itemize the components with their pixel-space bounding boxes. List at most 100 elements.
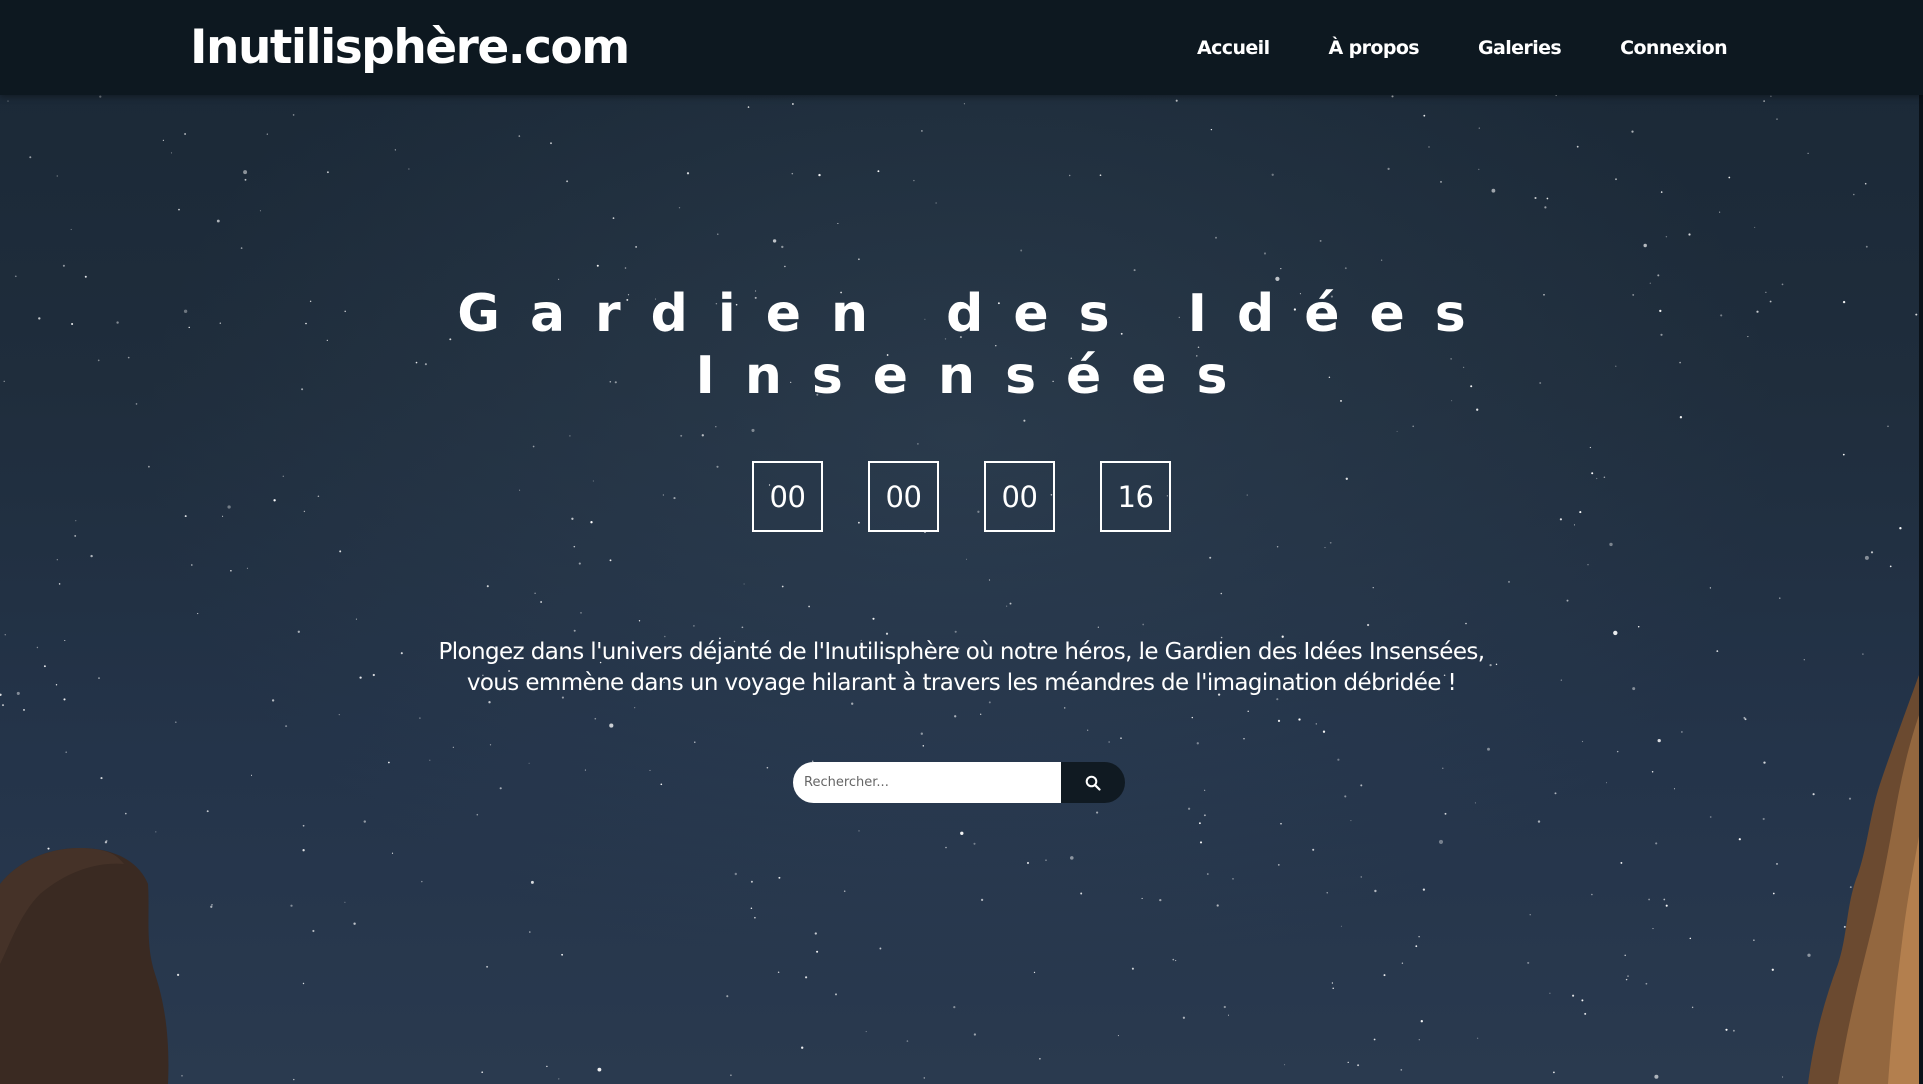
star bbox=[1247, 710, 1249, 713]
star bbox=[302, 824, 305, 827]
star bbox=[963, 103, 965, 105]
star bbox=[1732, 1029, 1735, 1032]
star bbox=[1616, 750, 1619, 753]
star bbox=[489, 744, 492, 746]
star bbox=[1444, 812, 1447, 815]
star bbox=[388, 761, 390, 764]
star bbox=[1418, 935, 1420, 938]
star bbox=[1347, 1061, 1349, 1064]
nav-item-accueil[interactable]: Accueil bbox=[1197, 37, 1270, 59]
star bbox=[1277, 719, 1281, 723]
star bbox=[1324, 547, 1326, 549]
star bbox=[1298, 718, 1301, 721]
star bbox=[1870, 551, 1874, 554]
star bbox=[885, 632, 889, 635]
star bbox=[1665, 235, 1668, 238]
star bbox=[1422, 888, 1426, 891]
star bbox=[100, 777, 103, 780]
search-button[interactable] bbox=[1061, 762, 1125, 803]
star bbox=[1315, 723, 1317, 725]
site-logo[interactable]: Inutilisphère.com bbox=[190, 18, 630, 78]
star bbox=[1280, 267, 1282, 270]
star bbox=[1709, 587, 1712, 589]
star bbox=[872, 617, 875, 620]
star bbox=[1627, 975, 1629, 977]
star bbox=[988, 701, 991, 704]
star bbox=[47, 847, 50, 850]
nav-item-a-propos[interactable]: À propos bbox=[1329, 37, 1420, 59]
star bbox=[1474, 802, 1476, 804]
star bbox=[1400, 1069, 1403, 1071]
star bbox=[1080, 892, 1083, 895]
star bbox=[1889, 565, 1892, 568]
star bbox=[1648, 898, 1650, 901]
star bbox=[1660, 191, 1663, 193]
star bbox=[184, 515, 187, 518]
star bbox=[635, 246, 637, 248]
search-input[interactable] bbox=[793, 762, 1061, 803]
star bbox=[488, 701, 491, 704]
star bbox=[4, 634, 6, 636]
star bbox=[1858, 1062, 1861, 1065]
star bbox=[1665, 904, 1668, 907]
nav-item-connexion[interactable]: Connexion bbox=[1620, 37, 1727, 59]
star bbox=[1141, 897, 1143, 899]
countdown-hours: 00 bbox=[868, 461, 939, 532]
star bbox=[1843, 925, 1846, 928]
star bbox=[1728, 176, 1731, 179]
star bbox=[1770, 95, 1772, 98]
star bbox=[1246, 494, 1248, 496]
search-form bbox=[793, 762, 1125, 803]
star bbox=[814, 932, 817, 935]
star bbox=[486, 965, 489, 968]
star bbox=[1142, 623, 1145, 626]
star bbox=[1332, 987, 1334, 990]
star bbox=[1319, 239, 1322, 242]
star bbox=[734, 872, 737, 876]
star bbox=[660, 783, 663, 786]
star bbox=[1572, 994, 1575, 997]
star bbox=[592, 480, 594, 482]
star bbox=[1807, 953, 1811, 957]
star bbox=[162, 139, 165, 142]
star bbox=[297, 630, 300, 633]
star bbox=[344, 901, 346, 903]
star bbox=[176, 973, 180, 977]
star bbox=[1654, 1074, 1659, 1079]
star bbox=[70, 228, 72, 231]
search-icon bbox=[1085, 775, 1101, 791]
star bbox=[178, 208, 180, 211]
star bbox=[1415, 945, 1418, 948]
star bbox=[1277, 864, 1280, 866]
star bbox=[921, 130, 923, 132]
star bbox=[29, 156, 32, 159]
star bbox=[792, 103, 794, 105]
hero-intro: Plongez dans l'univers déjanté de l'Inut… bbox=[0, 637, 1923, 699]
star bbox=[84, 275, 87, 278]
hero-intro-line-1: Plongez dans l'univers déjanté de l'Inut… bbox=[438, 639, 1485, 665]
star bbox=[835, 993, 837, 996]
nav-item-galeries[interactable]: Galeries bbox=[1478, 37, 1562, 59]
hero-title-line-1: Gardien des Idées bbox=[457, 284, 1496, 344]
star bbox=[58, 583, 61, 585]
star bbox=[1026, 861, 1030, 865]
star bbox=[338, 713, 340, 716]
star bbox=[1120, 737, 1122, 739]
star bbox=[1596, 477, 1598, 480]
star bbox=[429, 759, 431, 761]
star bbox=[694, 741, 696, 743]
star bbox=[75, 520, 77, 522]
star bbox=[634, 707, 636, 709]
star bbox=[1591, 472, 1594, 475]
star bbox=[558, 1078, 560, 1080]
star bbox=[1725, 1028, 1728, 1031]
star bbox=[569, 435, 571, 437]
star bbox=[540, 601, 542, 603]
star bbox=[1117, 1035, 1119, 1037]
star bbox=[805, 976, 808, 979]
star bbox=[1344, 795, 1347, 798]
star bbox=[1420, 1020, 1423, 1023]
star bbox=[1191, 716, 1193, 719]
star bbox=[1544, 206, 1547, 209]
star bbox=[1340, 925, 1342, 927]
